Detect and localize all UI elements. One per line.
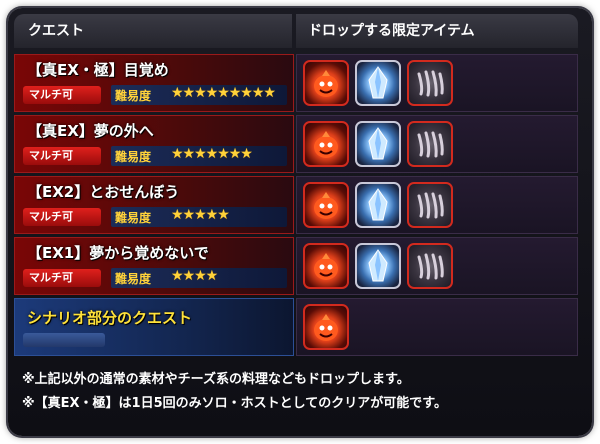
quest-title: 【真EX】夢の外へ [27,122,154,140]
claw-item-icon [407,243,453,289]
scenario-cell: シナリオ部分のクエスト [14,298,294,356]
difficulty-label: 難易度 [115,272,152,286]
red-blob-item-icon [303,243,349,289]
difficulty-stars: ★★★★★★★★★ [171,85,276,101]
drop-cell [296,176,578,234]
blue-crystal-item-icon [355,243,401,289]
drop-column-header: ドロップする限定アイテム [296,14,578,48]
note-line: ※【真EX・極】は1日5回のみソロ・ホストとしてのクリアが可能です。 [22,396,447,411]
blue-crystal-item-icon [355,182,401,228]
difficulty-bar: 難易度 ★★★★★★★★★ [111,85,287,105]
scenario-bar [23,333,105,347]
difficulty-stars: ★★★★ [171,268,218,284]
red-blob-item-icon [303,182,349,228]
quest-cell: 【EX2】とおせんぼう マルチ可 難易度 ★★★★★ [14,176,294,234]
claw-item-icon [407,182,453,228]
quest-title: 【真EX・極】目覚め [27,61,169,79]
quest-row: 【EX2】とおせんぼう マルチ可 難易度 ★★★★★ [14,176,578,234]
red-blob-item-icon [303,121,349,167]
quest-cell: 【EX1】夢から覚めないで マルチ可 難易度 ★★★★ [14,237,294,295]
difficulty-stars: ★★★★★ [171,207,230,223]
difficulty-label: 難易度 [115,211,152,225]
drop-cell [296,298,578,356]
multi-ok-tag: マルチ可 [23,208,101,226]
quest-cell: 【真EX】夢の外へ マルチ可 難易度 ★★★★★★★ [14,115,294,173]
difficulty-stars: ★★★★★★★ [171,146,253,162]
quest-row: 【真EX・極】目覚め マルチ可 難易度 ★★★★★★★★★ [14,54,578,112]
scenario-title: シナリオ部分のクエスト [27,309,193,327]
blue-crystal-item-icon [355,121,401,167]
quest-title: 【EX2】とおせんぼう [27,183,180,201]
drop-cell [296,237,578,295]
drop-cell [296,115,578,173]
quest-column-header: クエスト [14,14,292,48]
scenario-row: シナリオ部分のクエスト [14,298,578,356]
multi-ok-tag: マルチ可 [23,86,101,104]
quest-row: 【真EX】夢の外へ マルチ可 難易度 ★★★★★★★ [14,115,578,173]
multi-ok-tag: マルチ可 [23,147,101,165]
note-line: ※上記以外の通常の素材やチーズ系の料理などもドロップします。 [22,372,410,387]
quest-cell: 【真EX・極】目覚め マルチ可 難易度 ★★★★★★★★★ [14,54,294,112]
quest-title: 【EX1】夢から覚めないで [27,244,209,262]
difficulty-label: 難易度 [115,150,152,164]
claw-item-icon [407,121,453,167]
red-blob-item-icon [303,60,349,106]
difficulty-bar: 難易度 ★★★★★ [111,207,287,227]
drop-cell [296,54,578,112]
quest-row: 【EX1】夢から覚めないで マルチ可 難易度 ★★★★ [14,237,578,295]
red-blob-item-icon [303,304,349,350]
multi-ok-tag: マルチ可 [23,269,101,287]
blue-crystal-item-icon [355,60,401,106]
difficulty-bar: 難易度 ★★★★ [111,268,287,288]
difficulty-label: 難易度 [115,89,152,103]
difficulty-bar: 難易度 ★★★★★★★ [111,146,287,166]
claw-item-icon [407,60,453,106]
